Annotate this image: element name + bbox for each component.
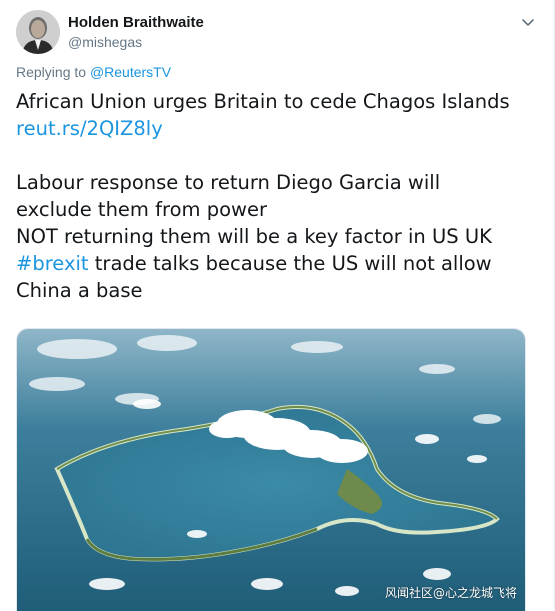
tweet-media-image[interactable]: 风闻社区@心之龙城飞将 (16, 328, 526, 611)
hashtag-link[interactable]: #brexit (16, 252, 89, 275)
person-portrait-icon (16, 10, 60, 54)
tweet-text: African Union urges Britain to cede Chag… (16, 88, 541, 304)
tweet-card: Holden Braithwaite @mishegas Replying to… (0, 0, 555, 611)
article-link[interactable]: reut.rs/2QIZ8ly (16, 117, 163, 140)
aerial-atoll-photo (17, 329, 525, 611)
tweet-line: China a base (16, 279, 143, 302)
tweet-line: exclude them from power (16, 198, 267, 221)
tweet-line: NOT returning them will be a key factor … (16, 225, 492, 248)
author-info: Holden Braithwaite @mishegas (68, 14, 204, 51)
watermark-text: 风闻社区@心之龙城飞将 (384, 586, 517, 600)
tweet-line: African Union urges Britain to cede Chag… (16, 90, 510, 113)
reply-context: Replying to @ReutersTV (16, 63, 171, 81)
author-display-name[interactable]: Holden Braithwaite (68, 14, 204, 32)
tweet-line: trade talks because the US will not allo… (88, 252, 492, 275)
reply-target-link[interactable]: @ReutersTV (90, 64, 171, 80)
author-handle[interactable]: @mishegas (68, 33, 204, 51)
reply-prefix: Replying to (16, 64, 90, 80)
chevron-down-icon[interactable] (520, 14, 536, 30)
tweet-line: Labour response to return Diego Garcia w… (16, 171, 441, 194)
avatar[interactable] (16, 10, 60, 54)
